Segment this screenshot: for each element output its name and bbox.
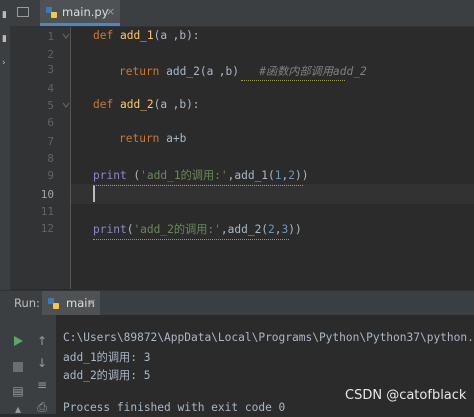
python-run-icon: [48, 298, 59, 309]
line-number: 1: [47, 30, 54, 43]
fold-icon[interactable]: [62, 101, 70, 109]
call: ,b): [218, 65, 239, 78]
expand-icon[interactable]: ›: [2, 58, 6, 68]
paren: ):: [186, 98, 200, 111]
function-name: add_2: [119, 98, 154, 111]
keyword: def: [93, 98, 114, 111]
tab-label: main.py: [62, 5, 109, 19]
call: ,add_1(: [227, 169, 275, 182]
line-number: 11: [40, 205, 54, 218]
param: ,b: [172, 98, 187, 111]
string-literal: 'add_2的调用:': [133, 223, 221, 236]
warning-underline: [93, 236, 289, 240]
watermark: CSDN @catofblack: [345, 388, 467, 403]
fold-icon[interactable]: [62, 32, 70, 40]
console-line: add_2的调用: 5: [63, 369, 151, 382]
line-number: 2: [47, 48, 54, 61]
number-literal: 2: [268, 223, 275, 236]
line-number: 9: [47, 169, 54, 182]
text-caret: [93, 186, 95, 202]
project-icon[interactable]: ▮: [2, 10, 7, 20]
paren: (: [126, 169, 141, 182]
builtin-print: print: [93, 169, 127, 182]
scroll-up-icon[interactable]: ↑: [34, 333, 50, 349]
line-number-current: 10: [40, 188, 54, 201]
console-line: C:\Users\89872\AppData\Local\Programs\Py…: [63, 331, 474, 344]
call: add_2(a: [166, 65, 214, 78]
print-icon[interactable]: ⎙: [34, 399, 50, 415]
soft-wrap-icon[interactable]: ≡: [34, 377, 50, 393]
rerun-icon[interactable]: [10, 333, 26, 349]
paren: ):: [186, 29, 200, 42]
structure-icon[interactable]: ▮: [2, 34, 7, 44]
comma: ,: [274, 223, 282, 236]
stop-icon[interactable]: [10, 359, 26, 375]
line-number: 12: [40, 222, 54, 235]
console-line: add_1的调用: 3: [63, 351, 151, 364]
function-name: add_1: [119, 29, 154, 42]
close-tab-icon[interactable]: ×: [106, 5, 115, 18]
python-file-icon: [46, 7, 57, 18]
warning-underline: [241, 77, 345, 81]
keyword: return: [119, 65, 160, 78]
code-line-1: def add_1(a ,b):: [93, 29, 200, 42]
builtin-print: print: [93, 223, 127, 236]
line-number-gutter: 1 2 3 4 5 6 7 8 9 10 11 12: [10, 27, 71, 289]
paren: )): [295, 169, 309, 182]
expression: a+b: [166, 132, 187, 145]
run-panel-header: Run: main ×: [0, 290, 474, 316]
run-tab-main[interactable]: main ×: [42, 291, 100, 315]
line-number: 3: [47, 63, 54, 76]
editor-tab-bar: main.py ×: [10, 0, 474, 27]
code-line-7: return a+b: [119, 132, 186, 145]
param: ,b: [172, 29, 187, 42]
line-number: 6: [47, 116, 54, 129]
keyword: def: [93, 29, 114, 42]
window-icon[interactable]: [17, 7, 29, 17]
run-label: Run:: [14, 296, 40, 310]
code-line-5: def add_2(a ,b):: [93, 98, 200, 111]
code-line-9: print ('add_1的调用:',add_1(1,2)): [93, 167, 309, 183]
warning-underline: [93, 182, 303, 186]
scroll-down-icon[interactable]: ↓: [34, 355, 50, 371]
code-line-12: print('add_2的调用:',add_2(2,3)): [93, 221, 302, 237]
console-line: Process finished with exit code 0: [63, 401, 286, 414]
layout-icon[interactable]: ▤: [10, 383, 26, 399]
keyword: return: [119, 132, 160, 145]
number-literal: 1: [274, 169, 282, 182]
line-number: 5: [47, 99, 54, 112]
line-number: 7: [47, 135, 54, 148]
call: ,add_2(: [220, 223, 269, 236]
paren: )): [288, 223, 302, 236]
close-run-tab-icon[interactable]: ×: [87, 296, 96, 309]
current-line-highlight: [71, 184, 474, 204]
pin-icon[interactable]: ▴: [10, 401, 26, 417]
line-number: 8: [47, 152, 54, 165]
line-number: 4: [47, 82, 54, 95]
string-literal: 'add_1的调用:': [140, 169, 228, 182]
code-editor[interactable]: def add_1(a ,b): return add_2(a ,b) #函数内…: [71, 27, 474, 289]
tab-main-py[interactable]: main.py ×: [40, 0, 120, 26]
run-toolbar: ▤ ▴ ↑ ↓ ≡ ⎙: [0, 315, 56, 417]
